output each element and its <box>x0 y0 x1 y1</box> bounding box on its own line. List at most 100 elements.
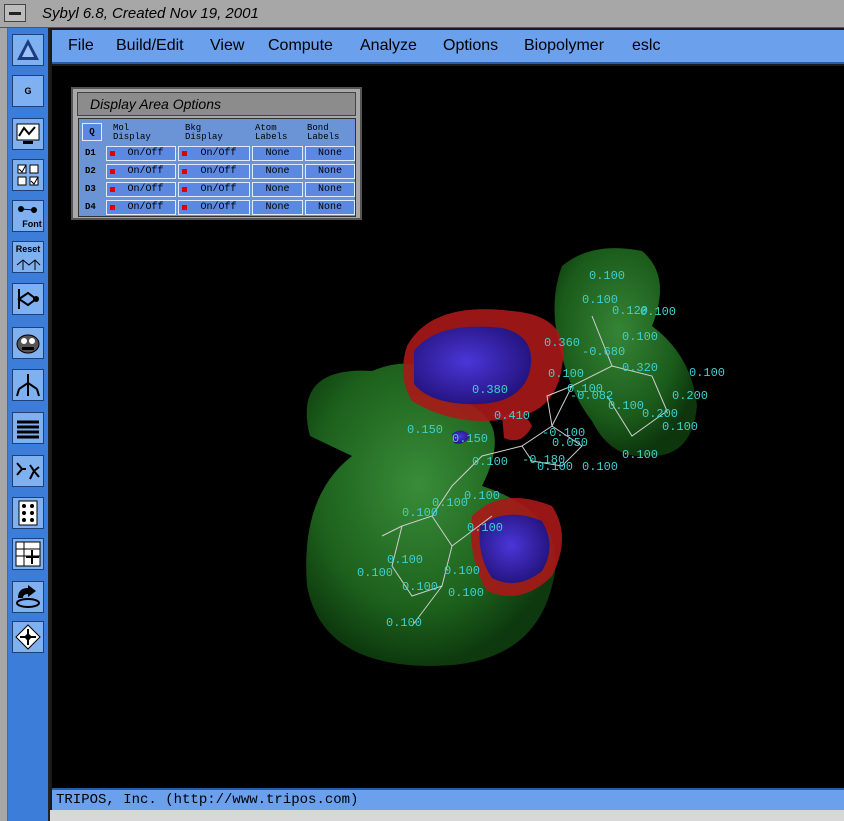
atom-label: 0.100 <box>582 460 618 474</box>
atom-label: 0.100 <box>589 269 625 283</box>
atom-label: 0.100 <box>432 496 468 510</box>
atom-label: 0.100 <box>608 399 644 413</box>
bottom-frame-strip <box>50 810 844 821</box>
menu-build-edit[interactable]: Build/Edit <box>116 37 184 55</box>
header-bkg: Bkg Display <box>185 124 223 142</box>
sybyl-logo-button[interactable] <box>12 34 44 66</box>
header-atom-labels: Atom Labels <box>255 124 287 142</box>
atom-label: 0.380 <box>472 383 508 397</box>
mol-display-toggle-d4[interactable]: On/Off <box>106 200 176 215</box>
bkg-display-toggle-d3[interactable]: On/Off <box>178 182 250 197</box>
rotate-molecule-icon <box>17 289 39 309</box>
font-button-label: Font <box>22 219 42 229</box>
atom-label: 0.050 <box>552 436 588 450</box>
atom-label: 0.100 <box>472 455 508 469</box>
atom-label: -0.680 <box>582 345 625 359</box>
undo-arrow-icon <box>16 585 40 608</box>
menu-biopolymer[interactable]: Biopolymer <box>524 37 604 55</box>
camera-icon <box>16 334 40 354</box>
sybyl-logo-icon <box>17 39 39 60</box>
bkg-display-label: On/Off <box>200 148 237 159</box>
menubar: File Build/Edit View Compute Analyze Opt… <box>52 30 844 64</box>
reset-button[interactable]: Reset <box>12 241 44 273</box>
bond-labels-button-d2[interactable]: None <box>305 164 355 179</box>
atom-label: 0.100 <box>387 553 423 567</box>
atom-label: 0.100 <box>662 420 698 434</box>
atom-labels-button-d1[interactable]: None <box>252 146 303 161</box>
molecule-structure-button[interactable] <box>12 369 44 401</box>
mol-display-label: On/Off <box>127 202 164 213</box>
checkbox-grid-button[interactable] <box>12 159 44 191</box>
undo-arrow-button[interactable] <box>12 581 44 613</box>
menu-options[interactable]: Options <box>443 37 498 55</box>
dialog-title: Display Area Options <box>90 96 221 112</box>
dialog-titlebar[interactable]: Display Area Options <box>77 92 356 116</box>
atom-label: 0.150 <box>407 423 443 437</box>
atom-label: 0.100 <box>448 586 484 600</box>
bkg-display-label: On/Off <box>200 184 237 195</box>
row-label-d3: D3 <box>85 184 96 194</box>
window-menu-button[interactable] <box>4 4 26 22</box>
atom-label: 0.100 <box>444 564 480 578</box>
status-bar: TRIPOS, Inc. (http://www.tripos.com) <box>52 788 844 810</box>
display-area-options-dialog: Display Area Options Q Mol Display Bkg Dis… <box>71 87 362 220</box>
atom-label: 0.100 <box>402 580 438 594</box>
atom-label: 0.320 <box>622 361 658 375</box>
atom-label: 0.100 <box>464 489 500 503</box>
bond-labels-button-d4[interactable]: None <box>305 200 355 215</box>
mol-display-toggle-d1[interactable]: On/Off <box>106 146 176 161</box>
rotate-molecule-button[interactable] <box>12 283 44 315</box>
bkg-display-label: On/Off <box>200 166 237 177</box>
mol-display-toggle-d3[interactable]: On/Off <box>106 182 176 197</box>
transform-button[interactable] <box>12 621 44 653</box>
table-view-button[interactable] <box>12 538 44 570</box>
menu-analyze[interactable]: Analyze <box>360 37 417 55</box>
query-button[interactable]: Q <box>82 123 102 141</box>
molecule-pair-button[interactable] <box>12 455 44 487</box>
atom-label: 0.100 <box>640 305 676 319</box>
atom-label: 0.200 <box>642 407 678 421</box>
g-button-label: G <box>24 86 32 96</box>
bond-labels-button-d3[interactable]: None <box>305 182 355 197</box>
menu-compute[interactable]: Compute <box>268 37 333 55</box>
atom-label: 0.100 <box>622 448 658 462</box>
layers-button[interactable] <box>12 412 44 444</box>
atom-label: 0.100 <box>386 616 422 630</box>
header-bond-line2: Labels <box>307 132 340 142</box>
grid-dots-button[interactable] <box>12 497 44 529</box>
camera-button[interactable] <box>12 327 44 359</box>
header-bond-labels: Bond Labels <box>307 124 339 142</box>
row-label-d2: D2 <box>85 166 96 176</box>
mol-display-label: On/Off <box>127 166 164 177</box>
bkg-display-toggle-d4[interactable]: On/Off <box>178 200 250 215</box>
grid-dots-icon <box>18 500 38 526</box>
mol-display-label: On/Off <box>127 148 164 159</box>
menu-file[interactable]: File <box>68 37 94 55</box>
transform-icon <box>15 624 41 650</box>
atom-labels-button-d2[interactable]: None <box>252 164 303 179</box>
font-button[interactable]: Font <box>12 200 44 232</box>
window-titlebar: Sybyl 6.8, Created Nov 19, 2001 <box>0 0 844 28</box>
monitor-graph-button[interactable] <box>12 118 44 150</box>
window-title: Sybyl 6.8, Created Nov 19, 2001 <box>42 5 259 22</box>
atom-labels-button-d3[interactable]: None <box>252 182 303 197</box>
mol-display-toggle-d2[interactable]: On/Off <box>106 164 176 179</box>
reset-button-label: Reset <box>15 244 41 254</box>
header-mol: Mol Display <box>113 124 151 142</box>
bond-labels-button-d1[interactable]: None <box>305 146 355 161</box>
display-options-table: Q Mol Display Bkg Display Atom Labels Bond L… <box>78 118 356 217</box>
checkbox-grid-icon <box>17 164 39 186</box>
atom-label: 0.100 <box>357 566 393 580</box>
menu-eslc[interactable]: eslc <box>632 37 660 55</box>
window-frame-left <box>0 28 8 821</box>
atom-label: 0.360 <box>544 336 580 350</box>
header-mol-line2: Display <box>113 132 151 142</box>
atom-labels-button-d4[interactable]: None <box>252 200 303 215</box>
g-button[interactable]: G <box>12 75 44 107</box>
menu-view[interactable]: View <box>210 37 244 55</box>
atom-label: 0.150 <box>452 432 488 446</box>
bkg-display-toggle-d2[interactable]: On/Off <box>178 164 250 179</box>
molecule-structure-icon <box>16 374 40 397</box>
atom-label: -0.082 <box>570 389 613 403</box>
bkg-display-toggle-d1[interactable]: On/Off <box>178 146 250 161</box>
